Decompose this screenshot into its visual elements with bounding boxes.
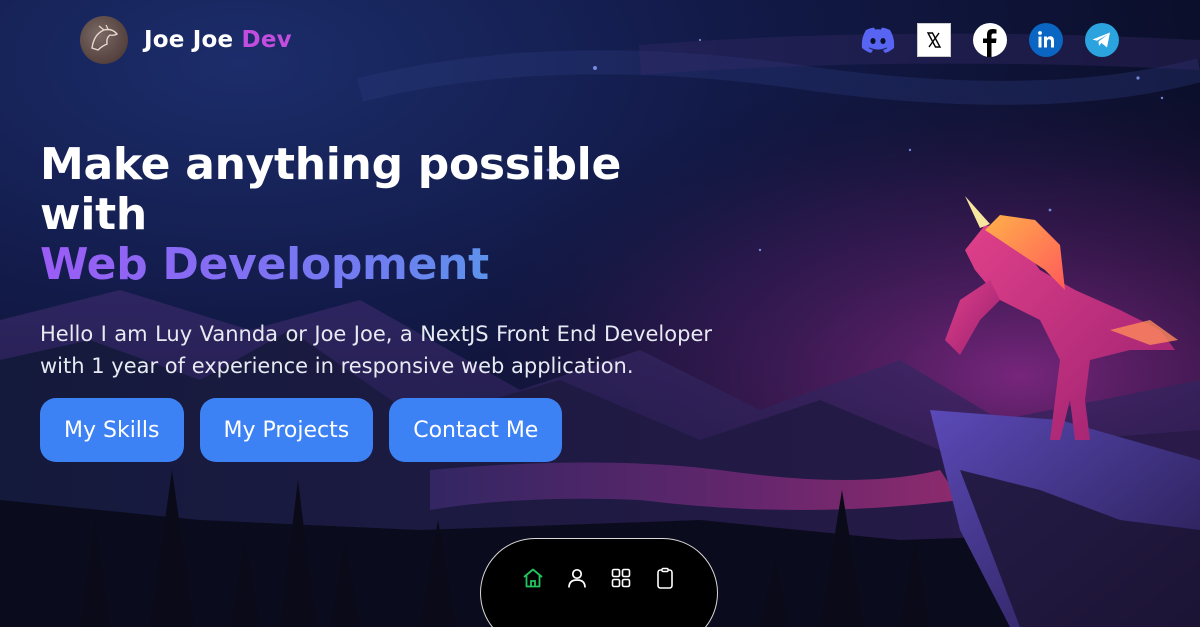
nav-projects[interactable] [608, 565, 634, 591]
telegram-icon [1085, 23, 1119, 57]
hero-section: Make anything possible with Web Developm… [40, 140, 720, 382]
x-link[interactable] [916, 22, 952, 58]
nav-contact[interactable] [652, 565, 678, 591]
discord-icon [861, 27, 895, 53]
brand-name: Joe Joe Dev [144, 27, 292, 53]
headline-line-2: Web Development [40, 240, 720, 290]
bottom-navigation [480, 538, 718, 627]
horse-logo-icon [91, 24, 119, 51]
brand[interactable]: Joe Joe Dev [80, 16, 292, 64]
linkedin-icon [1029, 23, 1063, 57]
user-icon [568, 568, 586, 588]
nav-home[interactable] [520, 565, 546, 591]
x-icon [917, 23, 951, 57]
portfolio-hero-page: Joe Joe Dev Make anything possible with … [0, 0, 1200, 627]
facebook-link[interactable] [972, 22, 1008, 58]
grid-icon [611, 568, 631, 588]
clipboard-icon [657, 567, 673, 589]
brand-name-primary: Joe Joe [144, 27, 234, 53]
linkedin-link[interactable] [1028, 22, 1064, 58]
telegram-link[interactable] [1084, 22, 1120, 58]
hero-headline: Make anything possible with Web Developm… [40, 140, 720, 290]
hero-intro: Hello I am Luy Vannda or Joe Joe, a Next… [40, 322, 712, 378]
cta-buttons: My Skills My Projects Contact Me [40, 398, 563, 462]
brand-name-accent: Dev [241, 27, 292, 53]
social-links [860, 22, 1120, 58]
my-skills-button[interactable]: My Skills [40, 398, 184, 462]
my-projects-button[interactable]: My Projects [199, 398, 374, 462]
home-icon [523, 568, 543, 588]
discord-link[interactable] [860, 22, 896, 58]
headline-line-1: Make anything possible with [40, 139, 621, 240]
contact-me-button[interactable]: Contact Me [389, 398, 563, 462]
avatar [80, 16, 128, 64]
facebook-icon [973, 23, 1007, 57]
nav-about[interactable] [564, 565, 590, 591]
